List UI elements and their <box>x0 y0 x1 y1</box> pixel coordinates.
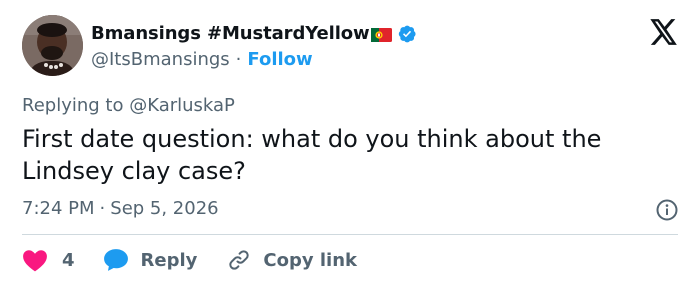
replying-to[interactable]: Replying to @KarluskaP <box>22 95 235 116</box>
tweet-header: Bmansings #MustardYellow @ItsBmansings · F… <box>22 15 678 79</box>
link-icon <box>229 250 250 270</box>
copy-link-button[interactable]: Copy link <box>227 248 357 272</box>
tweet-date: Sep 5, 2026 <box>110 198 219 219</box>
avatar[interactable] <box>22 15 83 76</box>
action-bar: 4 Reply Copy link <box>22 247 357 273</box>
author-name-line: Bmansings #MustardYellow <box>91 23 417 44</box>
copy-link-label: Copy link <box>263 249 357 271</box>
follow-button[interactable]: Follow <box>247 49 312 70</box>
heart-icon <box>23 250 47 272</box>
like-button[interactable]: 4 <box>22 248 75 272</box>
separator-dot: · <box>99 198 106 219</box>
divider <box>22 234 678 235</box>
reply-label: Reply <box>140 249 198 271</box>
x-logo-icon[interactable] <box>650 19 678 45</box>
author-handle-line: @ItsBmansings · Follow <box>91 49 313 70</box>
info-icon[interactable] <box>656 199 678 221</box>
portugal-flag-icon <box>370 27 392 42</box>
author-handle[interactable]: @ItsBmansings <box>91 49 230 70</box>
tweet-time: 7:24 PM <box>22 198 95 219</box>
like-count: 4 <box>62 249 75 271</box>
separator-dot: · <box>235 49 242 70</box>
reply-button[interactable]: Reply <box>103 248 198 272</box>
tweet-text: First date question: what do you think a… <box>22 125 602 185</box>
author-display-name[interactable]: Bmansings #MustardYellow <box>91 23 370 44</box>
reply-bubble-icon <box>103 249 128 271</box>
tweet-timestamp[interactable]: 7:24 PM · Sep 5, 2026 <box>22 198 219 219</box>
verified-badge-icon[interactable] <box>397 24 417 44</box>
